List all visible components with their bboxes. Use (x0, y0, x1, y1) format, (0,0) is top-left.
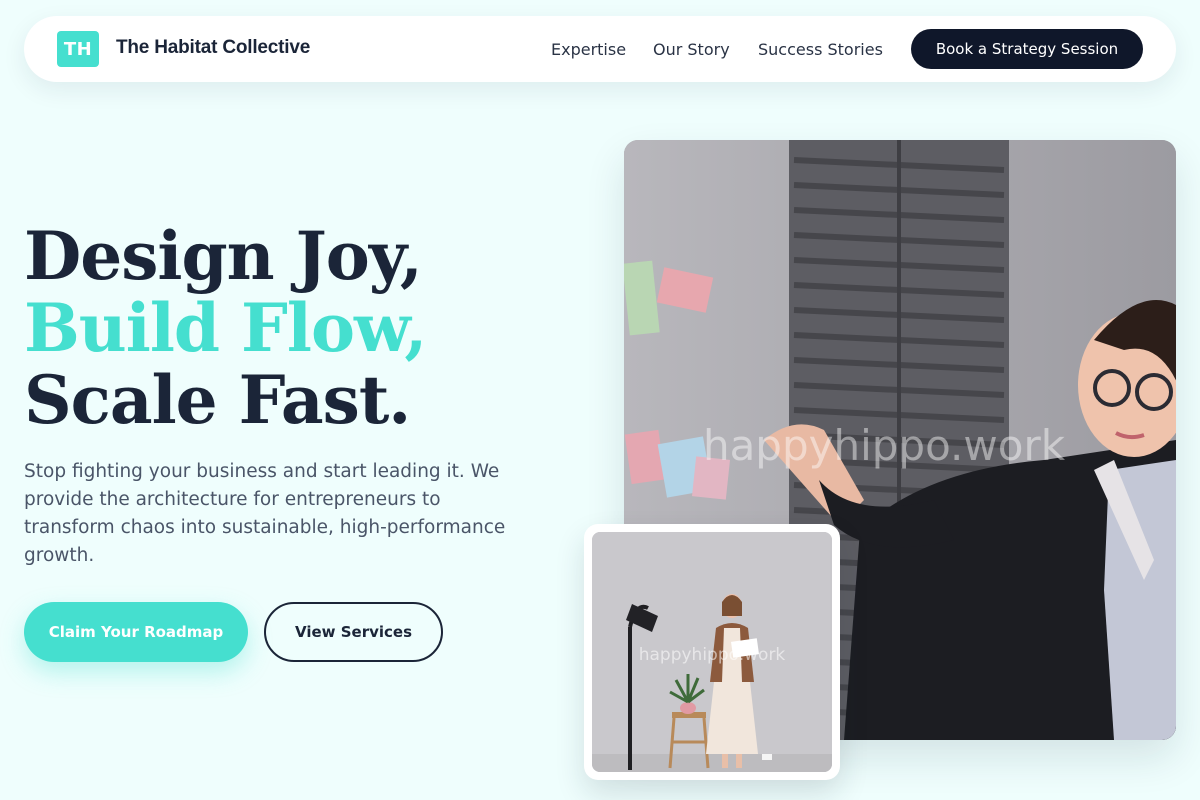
hero-photo-secondary-watermark: happyhippo.work (639, 645, 786, 665)
headline-line-3: Scale Fast. (24, 361, 411, 439)
nav-link-our-story[interactable]: Our Story (653, 40, 730, 59)
book-strategy-session-button[interactable]: Book a Strategy Session (911, 29, 1143, 69)
brand-name[interactable]: The Habitat Collective (116, 37, 310, 59)
nav-link-expertise[interactable]: Expertise (551, 40, 626, 59)
top-navbar: TH The Habitat Collective Expertise Our … (24, 16, 1176, 82)
claim-roadmap-button[interactable]: Claim Your Roadmap (24, 602, 248, 662)
headline-line-2: Build Flow, (24, 289, 427, 367)
nav-link-success-stories[interactable]: Success Stories (758, 40, 883, 59)
hero-photo-main-watermark: happyhippo.work (703, 421, 1066, 470)
hero-photo-secondary: happyhippo.work (592, 532, 832, 772)
view-services-button[interactable]: View Services (264, 602, 443, 662)
hero-photo-secondary-illustration: happyhippo.work (592, 532, 832, 772)
hero-photo-secondary-card: happyhippo.work (584, 524, 840, 780)
hero-subtext: Stop fighting your business and start le… (24, 461, 506, 566)
headline-line-1: Design Joy, (24, 217, 423, 295)
logo-badge[interactable]: TH (57, 31, 99, 67)
hero-headline: Design Joy, Build Flow, Scale Fast. (24, 217, 427, 439)
